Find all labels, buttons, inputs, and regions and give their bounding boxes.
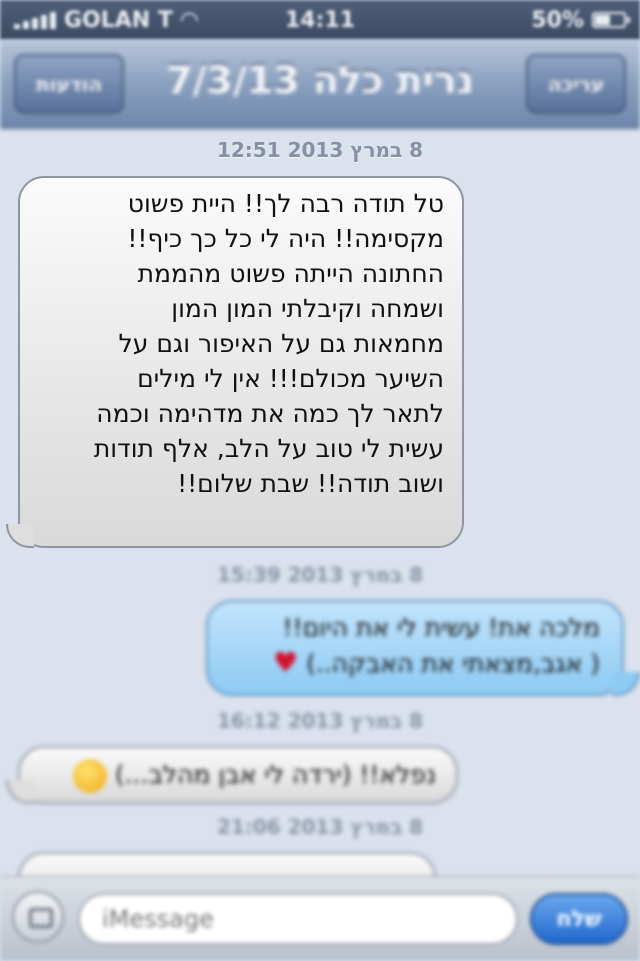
message-timestamp: 8 במרץ 2013 12:51	[216, 138, 424, 162]
message-text-line-2: ( אגב,מצאתי את האבקה..) ♥	[228, 645, 600, 681]
outgoing-message-bubble[interactable]: מלכה את! עשית לי את היום!! ( אגב,מצאתי א…	[206, 600, 624, 696]
bubble-tail	[6, 780, 34, 804]
status-time: 14:11	[284, 7, 356, 33]
message-timestamp: 8 במרץ 2013 16:12	[216, 709, 424, 733]
message-timestamp: 8 במרץ 2013 15:39	[216, 563, 424, 587]
camera-icon[interactable]	[12, 891, 64, 943]
bubble-tail	[612, 672, 640, 696]
send-button[interactable]: שלח	[530, 893, 628, 945]
bubble-tail	[6, 524, 34, 548]
battery-fill	[595, 15, 610, 25]
edit-button[interactable]: עריכה	[526, 54, 626, 114]
navigation-bar: הודעות נרית כלה 7/3/13 עריכה	[0, 40, 640, 129]
incoming-message-bubble[interactable]: טל תודה רבה לך!! היית פשוט מקסימה!! היה …	[18, 176, 464, 548]
message-input[interactable]	[78, 893, 518, 945]
message-text-row: נפלא!! (ירדה לי אבן מהלב...)	[38, 757, 436, 793]
battery-percent: 50%	[531, 7, 584, 33]
heart-emoji-icon: ♥	[273, 646, 299, 679]
battery-icon	[592, 12, 630, 28]
signal-strength-icon	[14, 11, 56, 29]
message-text: נפלא!! (ירדה לי אבן מהלב...)	[114, 760, 436, 789]
incoming-message-bubble[interactable]: נפלא!! (ירדה לי אבן מהלב...)	[18, 746, 458, 804]
message-text-line: מלכה את! עשית לי את היום!!	[282, 613, 600, 642]
wifi-icon: ◠	[180, 7, 198, 33]
message-text: טל תודה רבה לך!! היית פשוט מקסימה!! היה …	[93, 189, 444, 498]
message-timestamp: 8 במרץ 2013 21:06	[216, 815, 424, 839]
carrier-name: GOLAN T	[64, 7, 173, 33]
status-bar: GOLAN T ◠ 14:11 50%	[0, 0, 640, 40]
smiley-emoji-icon	[72, 759, 107, 793]
message-input-bar: שלח	[0, 876, 640, 961]
message-text-line: ( אגב,מצאתי את האבקה..)	[306, 649, 600, 678]
